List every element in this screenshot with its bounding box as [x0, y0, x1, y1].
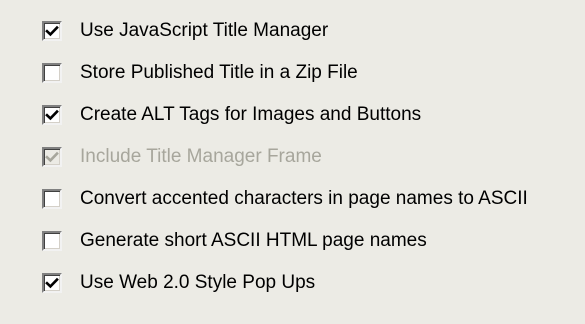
option-store-published-title-in-zip[interactable]: Store Published Title in a Zip File: [42, 52, 528, 94]
label-create-alt-tags: Create ALT Tags for Images and Buttons: [80, 104, 422, 125]
option-use-javascript-title-manager[interactable]: Use JavaScript Title Manager: [42, 10, 528, 52]
checkmark-icon: [45, 277, 59, 289]
label-include-title-manager-frame: Include Title Manager Frame: [80, 146, 322, 167]
checkbox-use-javascript-title-manager[interactable]: [42, 21, 62, 41]
option-create-alt-tags[interactable]: Create ALT Tags for Images and Buttons: [42, 94, 528, 136]
option-include-title-manager-frame: Include Title Manager Frame: [42, 136, 528, 178]
checkbox-store-published-title-in-zip[interactable]: [42, 63, 62, 83]
label-use-javascript-title-manager: Use JavaScript Title Manager: [80, 20, 329, 41]
checkbox-generate-short-ascii-names[interactable]: [42, 231, 62, 251]
option-convert-accented-characters[interactable]: Convert accented characters in page name…: [42, 178, 528, 220]
checkbox-include-title-manager-frame: [42, 147, 62, 167]
checkmark-icon: [45, 109, 59, 121]
checkbox-convert-accented-characters[interactable]: [42, 189, 62, 209]
label-store-published-title-in-zip: Store Published Title in a Zip File: [80, 62, 358, 83]
option-generate-short-ascii-names[interactable]: Generate short ASCII HTML page names: [42, 220, 528, 262]
checkbox-use-web-2-style-popups[interactable]: [42, 273, 62, 293]
label-convert-accented-characters: Convert accented characters in page name…: [80, 188, 528, 209]
label-use-web-2-style-popups: Use Web 2.0 Style Pop Ups: [80, 272, 316, 293]
checkbox-create-alt-tags[interactable]: [42, 105, 62, 125]
checkmark-icon: [45, 25, 59, 37]
option-use-web-2-style-popups[interactable]: Use Web 2.0 Style Pop Ups: [42, 262, 528, 304]
checkmark-icon: [45, 151, 59, 163]
option-list: Use JavaScript Title Manager Store Publi…: [42, 10, 528, 304]
label-generate-short-ascii-names: Generate short ASCII HTML page names: [80, 230, 427, 251]
options-panel: Use JavaScript Title Manager Store Publi…: [0, 0, 585, 324]
